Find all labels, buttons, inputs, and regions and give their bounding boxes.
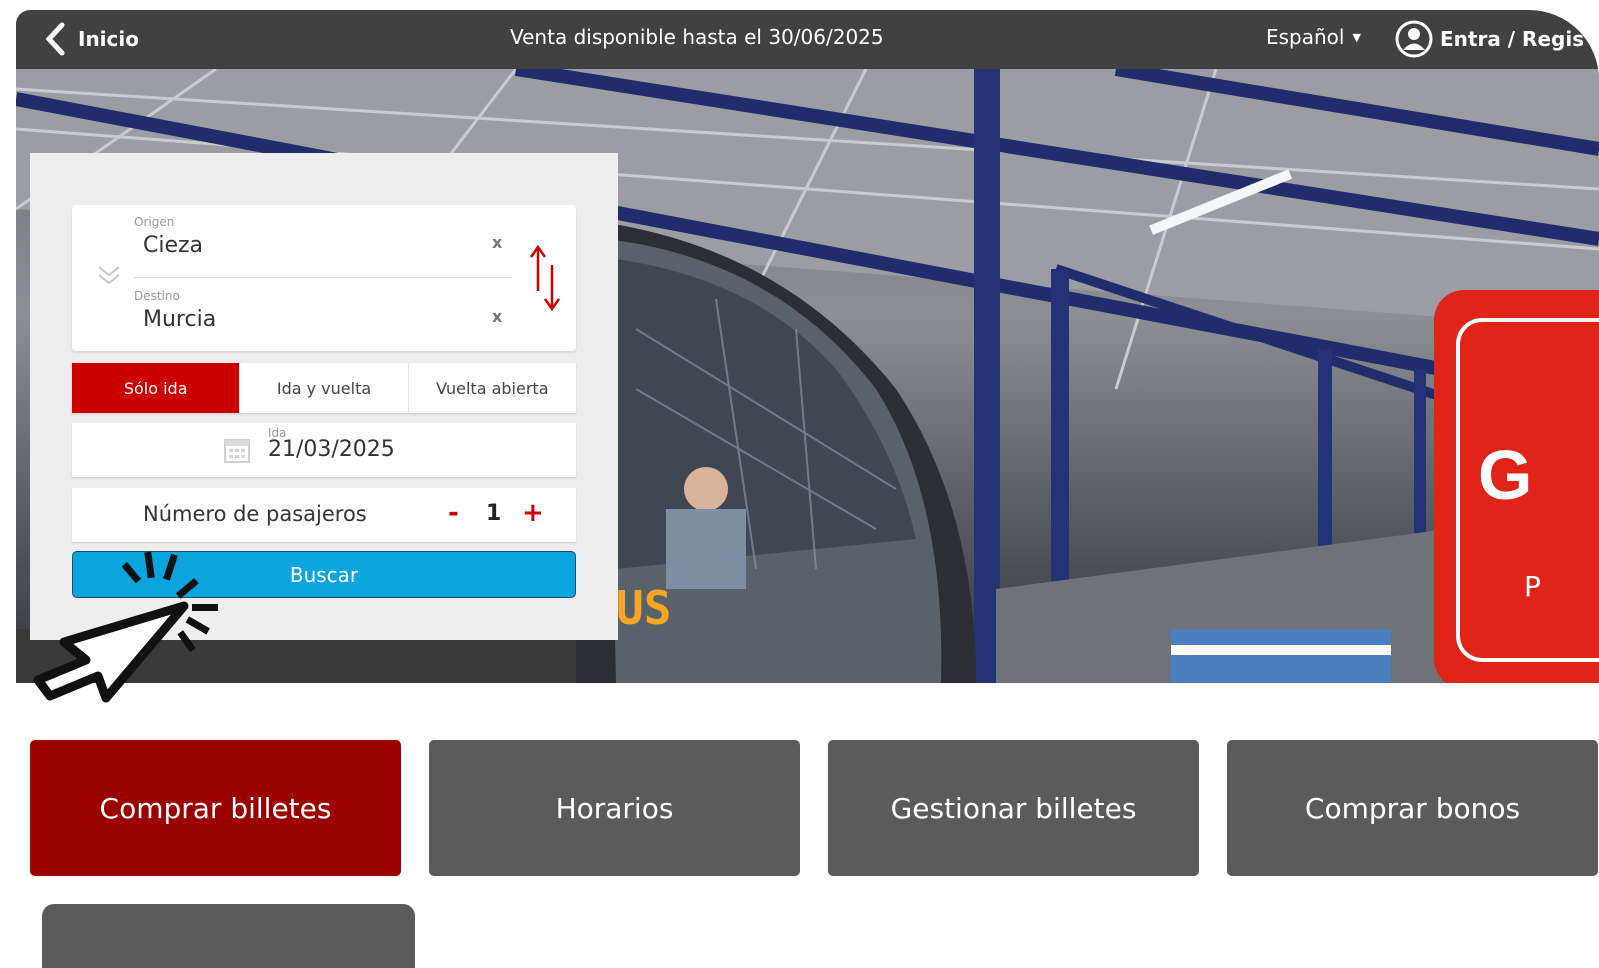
- calendar-icon: [224, 439, 250, 463]
- departure-date-value: 21/03/2025: [268, 437, 395, 462]
- departure-date-field[interactable]: Ida 21/03/2025: [72, 423, 576, 477]
- page-frame: Inicio Venta disponible hasta el 30/06/2…: [16, 10, 1599, 968]
- swap-arrows-icon[interactable]: [528, 243, 564, 313]
- click-cursor-icon: [33, 551, 218, 703]
- partial-nav-button[interactable]: [42, 904, 415, 968]
- clear-origin-button[interactable]: x: [492, 233, 502, 252]
- passengers-count: 1: [486, 501, 502, 526]
- promo-small-letter: P: [1524, 570, 1541, 603]
- tab-round-trip[interactable]: Ida y vuelta: [239, 363, 407, 413]
- login-register-label: Entra / Regis: [1440, 27, 1585, 51]
- buy-passes-button[interactable]: Comprar bonos: [1227, 740, 1598, 876]
- passengers-field: Número de pasajeros - 1 +: [72, 488, 576, 542]
- origin-destination-box: Origen Cieza x Destino Murcia x: [72, 205, 576, 351]
- login-register-link[interactable]: Entra / Regis: [1394, 19, 1584, 59]
- back-home-link[interactable]: Inicio: [44, 22, 154, 56]
- trip-type-tabs: Sólo ida Ida y vuelta Vuelta abierta: [72, 363, 576, 413]
- tab-open-return[interactable]: Vuelta abierta: [407, 363, 576, 413]
- destination-label: Destino: [134, 289, 180, 303]
- language-selector[interactable]: Español ▼: [1266, 25, 1361, 49]
- bus-sign-text: US: [616, 581, 671, 635]
- language-label: Español: [1266, 25, 1345, 49]
- promo-big-letter: G: [1478, 436, 1533, 514]
- buy-tickets-button[interactable]: Comprar billetes: [30, 740, 401, 876]
- passengers-label: Número de pasajeros: [143, 502, 367, 526]
- chevron-left-icon: [45, 22, 65, 56]
- clear-destination-button[interactable]: x: [492, 307, 502, 326]
- origin-label: Origen: [134, 215, 175, 229]
- promo-banner[interactable]: G P: [1434, 290, 1599, 683]
- origin-field[interactable]: Cieza: [143, 233, 203, 258]
- schedules-button[interactable]: Horarios: [429, 740, 800, 876]
- caret-down-icon: ▼: [1352, 30, 1361, 44]
- destination-field[interactable]: Murcia: [143, 307, 216, 332]
- tab-one-way[interactable]: Sólo ida: [72, 363, 240, 413]
- passengers-increment-button[interactable]: +: [522, 498, 544, 528]
- field-divider: [134, 277, 512, 278]
- sale-availability-text: Venta disponible hasta el 30/06/2025: [510, 25, 884, 49]
- double-chevron-down-icon: [98, 266, 120, 285]
- passengers-decrement-button[interactable]: -: [448, 498, 459, 528]
- top-bar: Inicio Venta disponible hasta el 30/06/2…: [16, 10, 1599, 69]
- back-home-label: Inicio: [78, 27, 139, 51]
- user-icon: [1395, 20, 1433, 58]
- manage-tickets-button[interactable]: Gestionar billetes: [828, 740, 1199, 876]
